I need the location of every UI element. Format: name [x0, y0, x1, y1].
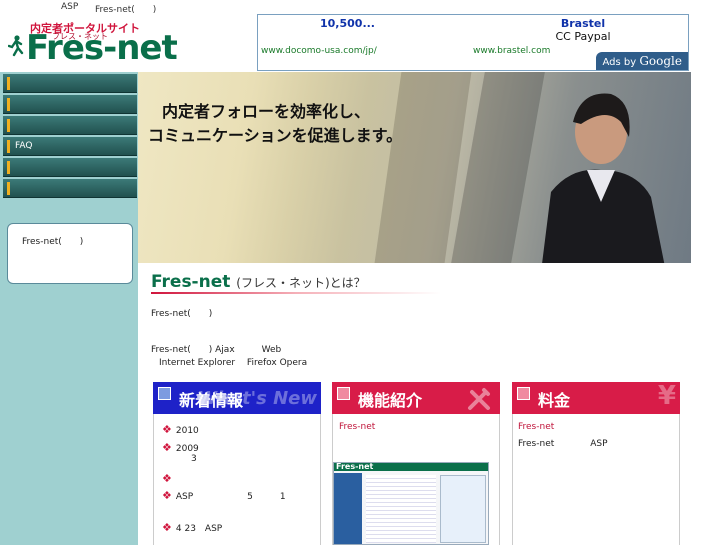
- features-panel-header: 機能紹介: [332, 382, 500, 414]
- ads-by-google[interactable]: Ads by Google: [596, 52, 688, 70]
- top-bar-fresnet-text: Fres-net( ): [95, 5, 157, 15]
- hero-line-2: コミュニケーションを促進します。: [148, 126, 403, 145]
- intro-heading-jp: (フレス・ネット)とは？: [236, 276, 366, 290]
- bullet-icon: ❖: [162, 441, 172, 454]
- top-bar-asp-text: ASP: [61, 2, 79, 12]
- price-box-icon: [517, 387, 530, 400]
- thumb-logo-text: Fres-net: [336, 462, 374, 471]
- ads-by-text: Ads by: [602, 57, 637, 68]
- sidebar: FAQ Fres-net( ): [0, 72, 138, 545]
- news-item-2[interactable]: ❖ 2009 3: [162, 441, 199, 464]
- sidebar-info-box[interactable]: Fres-net( ): [7, 223, 133, 284]
- news-item-1[interactable]: ❖ 2010: [162, 423, 199, 436]
- news-item-5[interactable]: ❖ 4 23 ASP: [162, 521, 222, 534]
- price-text: Fres-net ASP: [518, 439, 608, 449]
- price-panel-header: 料金 ¥: [512, 382, 680, 414]
- news-item-4[interactable]: ❖ ASP 5 1: [162, 489, 286, 502]
- news-item-2-line2: 3: [191, 454, 197, 464]
- ad-docomo-title[interactable]: 10,500...: [320, 17, 375, 30]
- ad-brastel-url[interactable]: www.brastel.com: [473, 46, 550, 56]
- sidebar-item-6[interactable]: [3, 179, 137, 198]
- running-man-icon: [8, 35, 24, 57]
- yen-icon: ¥: [657, 382, 676, 411]
- tools-icon: [468, 388, 490, 410]
- logo-text: Fres-net: [26, 28, 178, 68]
- price-panel-title: 料金: [538, 391, 571, 410]
- intro-paragraph-2-line-1: Fres-net( ) Ajax Web: [151, 345, 282, 355]
- ad-docomo-url-wrap[interactable]: www.docomo-usa.com/jp/: [261, 46, 377, 56]
- features-panel-title: 機能紹介: [358, 391, 423, 410]
- news-panel-header: 新着情報 What's New: [153, 382, 321, 414]
- price-link[interactable]: Fres-net: [518, 422, 554, 432]
- ad-brastel-title[interactable]: Brastel: [523, 17, 643, 30]
- news-panel-bg-text: What's New: [197, 388, 317, 409]
- sidebar-info-text: Fres-net( ): [22, 237, 84, 247]
- features-link[interactable]: Fres-net: [339, 422, 375, 432]
- bullet-icon: ❖: [162, 423, 172, 436]
- news-item-4-text[interactable]: ASP 5 1: [176, 492, 286, 502]
- intro-paragraph-2: Fres-net( ) Ajax Web Internet Explorer F…: [151, 344, 307, 370]
- businesswoman-image: [542, 93, 665, 263]
- sidebar-item-faq[interactable]: FAQ: [3, 137, 137, 156]
- intro-paragraph-1: Fres-net( ): [151, 309, 213, 319]
- news-box-icon: [158, 387, 171, 400]
- news-item-5-text[interactable]: 4 23 ASP: [176, 524, 222, 534]
- thumb-sidebar: [334, 473, 362, 544]
- sidebar-item-2[interactable]: [3, 95, 137, 114]
- hero-banner: 内定者フォローを効率化し、 コミュニケーションを促進します。: [138, 72, 691, 263]
- google-ads-box: 10,500... www.docomo-usa.com/jp/ Brastel…: [257, 14, 689, 71]
- google-text: Google: [639, 54, 682, 68]
- news-item-1-text[interactable]: 2010: [176, 426, 199, 436]
- heading-underline: [151, 292, 441, 294]
- site-logo[interactable]: Fres-net: [8, 28, 178, 68]
- sidebar-item-3[interactable]: [3, 116, 137, 135]
- ad-brastel-url-wrap[interactable]: www.brastel.com: [473, 46, 550, 56]
- hero-line-1: 内定者フォローを効率化し、: [162, 102, 371, 121]
- bullet-icon: ❖: [162, 521, 172, 534]
- thumb-content: [366, 475, 436, 543]
- price-panel-body: [512, 414, 680, 545]
- sidebar-item-1[interactable]: [3, 74, 137, 93]
- news-item-3[interactable]: ❖: [162, 472, 176, 485]
- news-item-2-text[interactable]: 2009: [176, 444, 199, 454]
- features-screenshot-thumb[interactable]: Fres-net: [333, 462, 489, 545]
- thumb-side-panel: [440, 475, 486, 543]
- top-bar: ASP Fres-net( ): [0, 0, 727, 15]
- ad-brastel[interactable]: Brastel CC Paypal: [523, 17, 643, 43]
- bullet-icon: ❖: [162, 489, 172, 502]
- intro-heading: Fres-net (フレス・ネット)とは？: [151, 272, 366, 292]
- features-box-icon: [337, 387, 350, 400]
- ad-docomo[interactable]: 10,500...: [320, 17, 375, 30]
- bullet-icon: ❖: [162, 472, 172, 485]
- intro-heading-brand: Fres-net: [151, 272, 231, 292]
- thumb-header-bar: Fres-net: [334, 462, 488, 471]
- ad-docomo-url[interactable]: www.docomo-usa.com/jp/: [261, 46, 377, 56]
- sidebar-item-5[interactable]: [3, 158, 137, 177]
- intro-paragraph-2-line-2: Internet Explorer Firefox Opera: [159, 358, 308, 368]
- ad-brastel-desc: CC Paypal: [555, 30, 611, 43]
